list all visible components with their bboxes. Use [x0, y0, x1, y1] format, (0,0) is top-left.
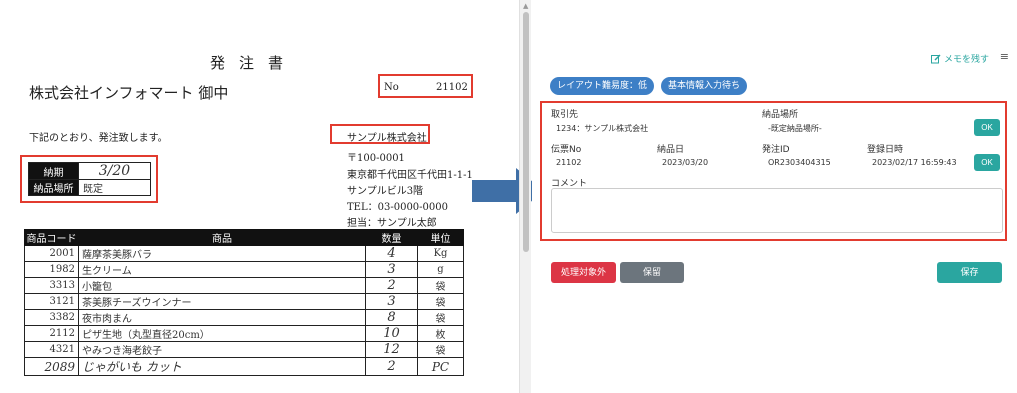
order-no-label: No — [384, 82, 399, 93]
memo-link[interactable]: メモを残す — [930, 52, 989, 65]
item-name: 茶美豚チーズウインナー — [78, 293, 366, 310]
supplier-address-line: サンプルビル3階 — [347, 186, 424, 197]
registered-at-label: 登録日時 — [867, 145, 904, 155]
delivery-date-value[interactable]: 2023/03/20 — [662, 158, 708, 167]
column-header: 単位 — [417, 229, 464, 246]
status-badge: 基本情報入力待ち — [661, 77, 748, 95]
item-qty: 3 — [365, 261, 418, 278]
item-name: じゃがいも カット — [78, 357, 366, 376]
scrollbar-thumb[interactable] — [523, 12, 529, 252]
ok-button-partner[interactable]: OK — [974, 119, 1000, 136]
item-unit: 袋 — [417, 341, 464, 358]
delivery-table: 納期 3/20 納品場所 既定 — [28, 162, 151, 196]
item-code: 2001 — [24, 245, 79, 262]
pane-splitter[interactable]: ▲ — [519, 0, 531, 393]
table-row: 3382 夜市肉まん 8 袋 — [24, 309, 464, 326]
edit-icon — [930, 54, 941, 63]
item-code: 3121 — [24, 293, 79, 310]
table-row: 2112 ピザ生地（丸型直径20cm） 10 枚 — [24, 325, 464, 342]
supplier-address-line: 〒100-0001 — [347, 153, 405, 164]
item-name: 生クリーム — [78, 261, 366, 278]
item-qty: 3 — [365, 293, 418, 310]
item-qty: 12 — [365, 341, 418, 358]
order-id-value[interactable]: OR2303404315 — [768, 158, 831, 167]
item-code: 4321 — [24, 341, 79, 358]
table-row: 4321 やみつき海老餃子 12 袋 — [24, 341, 464, 358]
registered-at-value: 2023/02/17 16:59:43 — [872, 158, 957, 167]
item-code: 3313 — [24, 277, 79, 294]
table-row: 1982 生クリーム 3 g — [24, 261, 464, 278]
item-qty: 8 — [365, 309, 418, 326]
table-row: 3121 茶美豚チーズウインナー 3 袋 — [24, 293, 464, 310]
form-panel: メモを残す ≡ レイアウト難易度：低 基本情報入力待ち 取引先 1234：サンプ… — [532, 0, 1017, 393]
slip-no-label: 伝票No — [551, 145, 582, 155]
customer-name: 株式会社インフォマート 御中 — [29, 84, 229, 102]
column-header: 商品 — [78, 229, 366, 246]
comment-field[interactable] — [551, 188, 1003, 233]
item-unit: g — [417, 261, 464, 278]
item-name: やみつき海老餃子 — [78, 341, 366, 358]
item-code: 3382 — [24, 309, 79, 326]
item-qty: 4 — [365, 245, 418, 262]
supplier-address-line: TEL：03-0000-0000 — [347, 202, 448, 213]
item-code: 1982 — [24, 261, 79, 278]
delivery-place-value[interactable]: -既定納品場所- — [768, 123, 822, 134]
supplier-name: サンプル株式会社 — [347, 133, 427, 144]
item-code: 2089 — [24, 357, 79, 376]
table-row: 3313 小籠包 2 袋 — [24, 277, 464, 294]
order-no-value: 21102 — [436, 82, 468, 93]
item-name: 小籠包 — [78, 277, 366, 294]
delivery-date-label: 納期 — [28, 162, 79, 180]
item-unit: 袋 — [417, 277, 464, 294]
item-name: 薩摩茶美豚バラ — [78, 245, 366, 262]
item-qty: 2 — [365, 357, 418, 376]
item-code: 2112 — [24, 325, 79, 342]
intro-text: 下記のとおり、発注致します。 — [29, 133, 168, 144]
items-table: 商品コード 商品 数量 単位 2001 薩摩茶美豚バラ 4 Kg 1982 生ク… — [24, 229, 464, 376]
delivery-date-label: 納品日 — [657, 145, 685, 155]
memo-label: メモを残す — [943, 55, 989, 65]
delivery-place-label: 納品場所 — [28, 179, 79, 196]
item-unit: PC — [417, 357, 464, 376]
partner-value[interactable]: 1234：サンプル株式会社 — [556, 123, 648, 134]
item-unit: 袋 — [417, 293, 464, 310]
item-qty: 2 — [365, 277, 418, 294]
scroll-up-icon[interactable]: ▲ — [523, 2, 528, 10]
layout-difficulty-badge: レイアウト難易度：低 — [550, 77, 655, 95]
order-id-label: 発注ID — [762, 145, 790, 155]
item-qty: 10 — [365, 325, 418, 342]
item-unit: 袋 — [417, 309, 464, 326]
column-header: 数量 — [365, 229, 418, 246]
supplier-address-line: 担当：サンプル太郎 — [347, 218, 437, 229]
partner-label: 取引先 — [551, 110, 579, 120]
column-header: 商品コード — [24, 229, 79, 246]
document-viewer: 発注書 株式会社インフォマート 御中 No 21102 下記のとおり、発注致しま… — [0, 0, 519, 393]
exclude-button[interactable]: 処理対象外 — [551, 262, 616, 283]
item-unit: 枚 — [417, 325, 464, 342]
item-name: 夜市肉まん — [78, 309, 366, 326]
save-button[interactable]: 保存 — [937, 262, 1002, 283]
item-unit: Kg — [417, 245, 464, 262]
table-row: 2089 じゃがいも カット 2 PC — [24, 357, 464, 376]
item-name: ピザ生地（丸型直径20cm） — [78, 325, 366, 342]
delivery-place-value: 既定 — [78, 179, 151, 196]
delivery-place-label: 納品場所 — [762, 110, 799, 120]
menu-icon[interactable]: ≡ — [1000, 50, 1009, 63]
document-title: 発注書 — [210, 54, 298, 72]
table-row: 2001 薩摩茶美豚バラ 4 Kg — [24, 245, 464, 262]
ok-button-slip[interactable]: OK — [974, 154, 1000, 171]
slip-no-value[interactable]: 21102 — [556, 158, 581, 167]
supplier-address-line: 東京都千代田区千代田1-1-1 — [347, 170, 473, 181]
delivery-date-value: 3/20 — [78, 162, 151, 180]
hold-button[interactable]: 保留 — [620, 262, 684, 283]
